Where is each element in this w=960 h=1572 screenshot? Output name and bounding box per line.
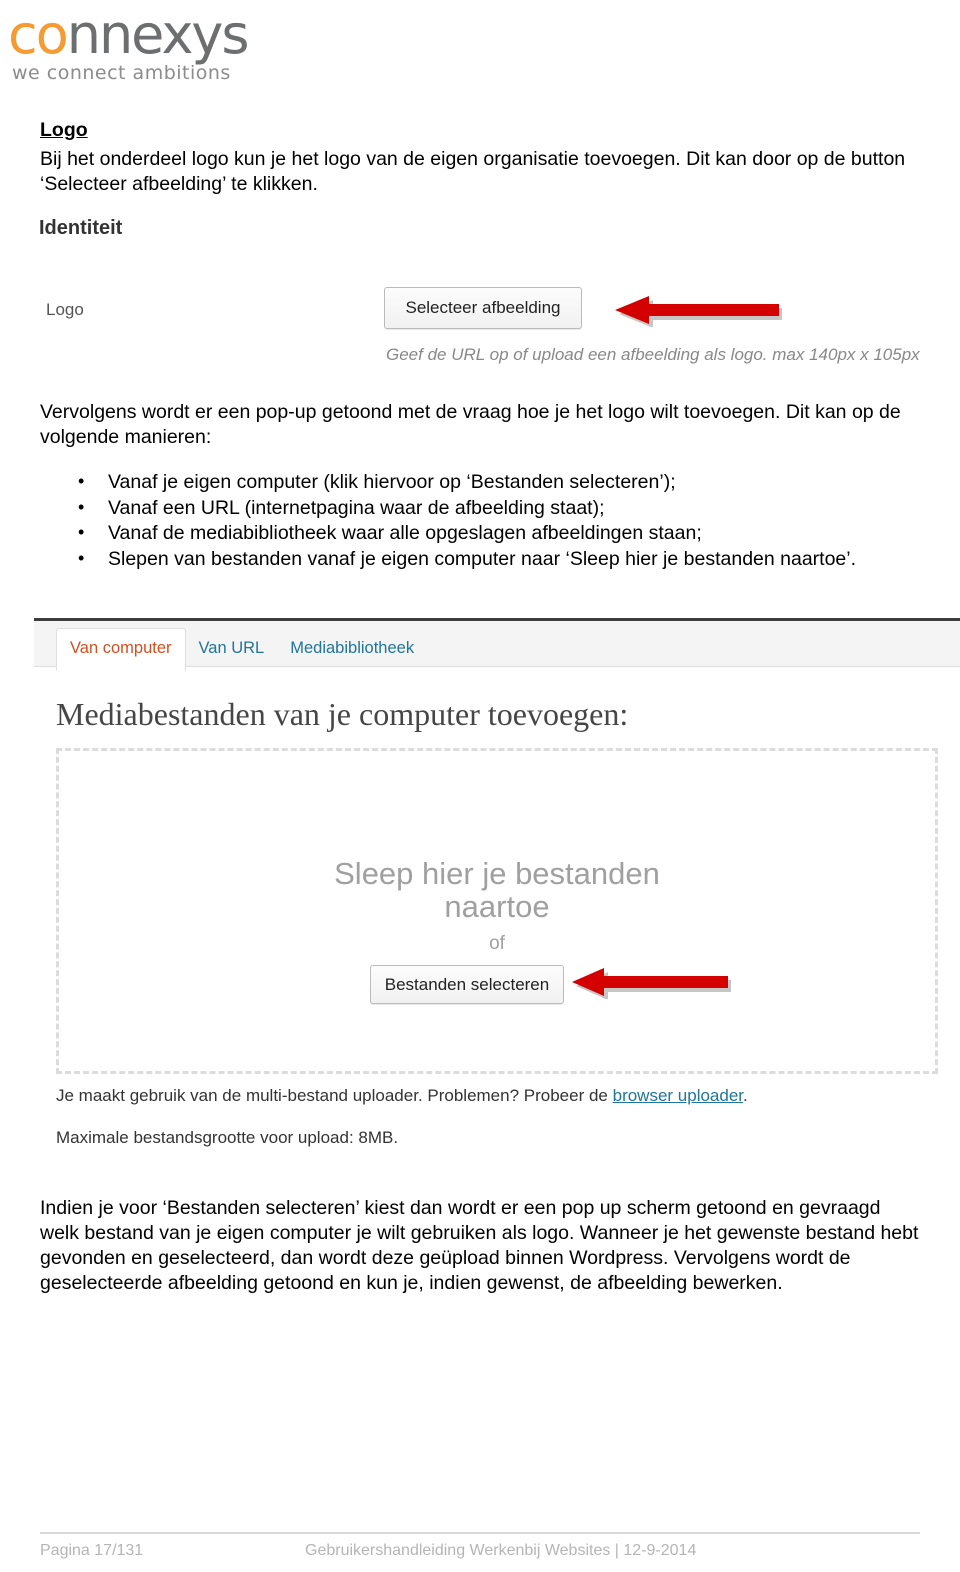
connexys-logo: connexys we connect ambitions — [8, 4, 408, 94]
logo-wordmark-rest: nnexys — [66, 3, 250, 66]
uploader-note-suffix: . — [743, 1086, 748, 1105]
uploader-max-size: Maximale bestandsgrootte voor upload: 8M… — [56, 1128, 399, 1147]
page-section-heading: Logo — [40, 119, 88, 141]
annotation-arrow-icon — [612, 293, 782, 327]
document-body: Logo Bij het onderdeel logo kun je het l… — [40, 118, 920, 197]
footer-divider — [40, 1532, 920, 1534]
list-item: Slepen van bestanden vanaf je eigen comp… — [78, 546, 920, 573]
uploader-screenshot: Van computer Van URL Mediabibliotheek Me… — [34, 618, 960, 1158]
logo-wordmark-accent: co — [8, 3, 69, 66]
dropzone-content: Sleep hier je bestanden naartoe of Besta… — [59, 856, 935, 1004]
file-dropzone[interactable]: Sleep hier je bestanden naartoe of Besta… — [56, 748, 938, 1074]
dropzone-button-row: Bestanden selecteren — [59, 965, 935, 1004]
intro-paragraph: Bij het onderdeel logo kun je het logo v… — [40, 148, 906, 195]
browser-uploader-link[interactable]: browser uploader — [613, 1086, 743, 1105]
identiteit-screenshot: Identiteit Logo Selecteer afbeelding Gee… — [34, 205, 960, 385]
closing-paragraph: Indien je voor ‘Bestanden selecteren’ ki… — [40, 1197, 919, 1294]
footer-page-number: Pagina 17/131 — [40, 1542, 144, 1559]
document-body-closing: Indien je voor ‘Bestanden selecteren’ ki… — [40, 1196, 920, 1296]
uploader-note: Je maakt gebruik van de multi-bestand up… — [56, 1086, 748, 1106]
footer-document-title: Gebruikershandleiding Werkenbij Websites… — [305, 1542, 697, 1559]
list-item: Vanaf je eigen computer (klik hiervoor o… — [78, 469, 920, 496]
list-item: Vanaf een URL (internetpagina waar de af… — [78, 495, 920, 522]
logo-tagline: we connect ambitions — [12, 62, 231, 84]
logo-help-text: Geef de URL op of upload een afbeelding … — [386, 345, 920, 364]
dropzone-title: Sleep hier je bestanden naartoe — [334, 856, 660, 924]
logo-field-label: Logo — [46, 300, 84, 319]
after-screenshot-paragraph: Vervolgens wordt er een pop-up getoond m… — [40, 401, 901, 448]
logo-wordmark: connexys — [8, 4, 408, 66]
manieren-list: Vanaf je eigen computer (klik hiervoor o… — [40, 469, 920, 573]
list-item: Vanaf de mediabibliotheek waar alle opge… — [78, 520, 920, 547]
tab-van-url[interactable]: Van URL — [186, 629, 278, 670]
tab-mediabibliotheek[interactable]: Mediabibliotheek — [277, 629, 427, 670]
identiteit-title: Identiteit — [39, 217, 123, 239]
uploader-note-prefix: Je maakt gebruik van de multi-bestand up… — [56, 1086, 613, 1105]
annotation-arrow-icon — [569, 965, 731, 999]
dropzone-or-label: of — [489, 933, 505, 954]
tab-van-computer[interactable]: Van computer — [56, 628, 186, 671]
uploader-tabbar: Van computer Van URL Mediabibliotheek — [34, 621, 960, 671]
bestanden-selecteren-button[interactable]: Bestanden selecteren — [370, 965, 564, 1004]
document-body-middle: Vervolgens wordt er een pop-up getoond m… — [40, 400, 920, 572]
selecteer-afbeelding-button[interactable]: Selecteer afbeelding — [384, 287, 582, 329]
uploader-heading: Mediabestanden van je computer toevoegen… — [56, 696, 629, 732]
uploader-tabs: Van computer Van URL Mediabibliotheek — [56, 627, 427, 671]
